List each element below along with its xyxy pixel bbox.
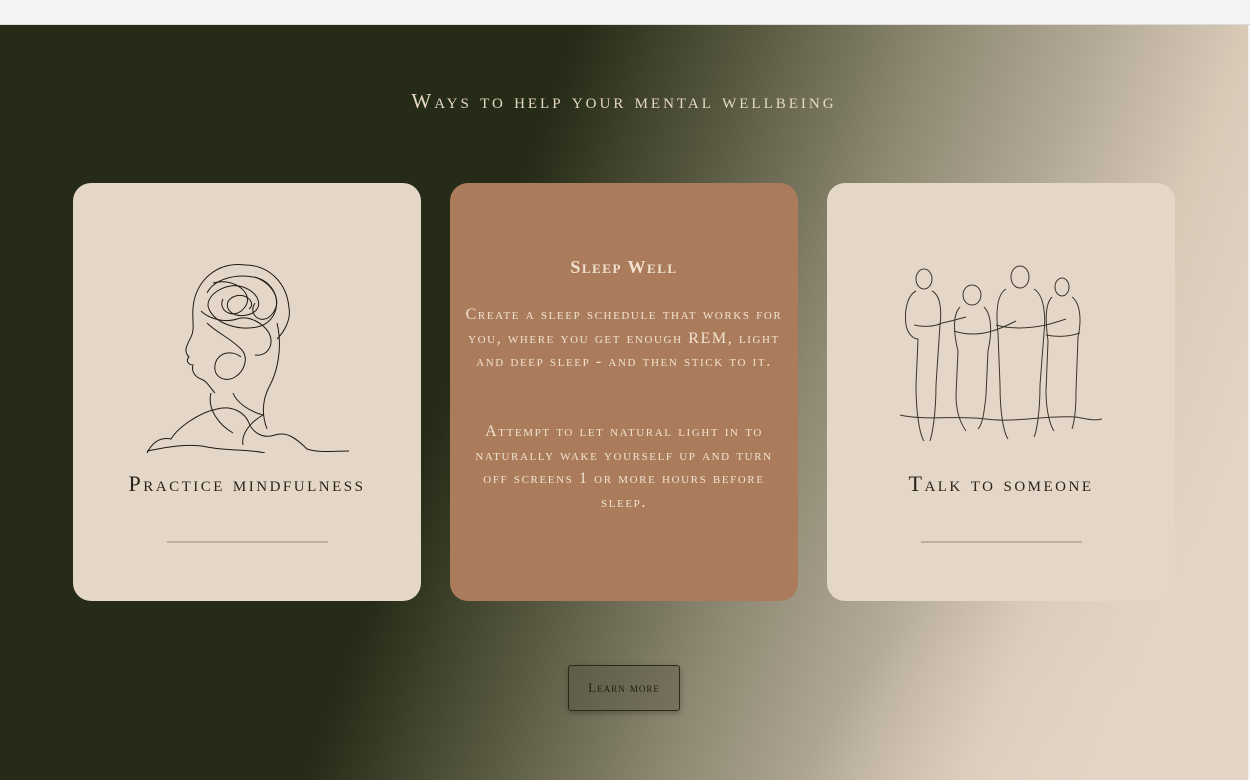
- card-paragraph: Create a sleep schedule that works for y…: [465, 306, 783, 370]
- card-divider: [921, 541, 1082, 543]
- group-of-people-line-drawing-icon: [899, 265, 1103, 442]
- card-title: Sleep Well: [570, 257, 678, 277]
- learn-more-button[interactable]: Learn more: [568, 665, 680, 711]
- card-paragraph: Attempt to let natural light in to natur…: [475, 423, 773, 511]
- section-heading: Ways to help your mental wellbeing: [411, 89, 837, 113]
- card-title: Talk to someone: [908, 471, 1094, 496]
- card-divider: [167, 541, 328, 543]
- browser-top-bar: [0, 0, 1250, 25]
- card-title: Practice mindfulness: [128, 471, 366, 496]
- head-line-drawing-icon: [146, 264, 350, 453]
- wellbeing-section: Ways to help your mental wellbeing Pract…: [0, 25, 1248, 780]
- card-talk-to-someone[interactable]: Talk to someone: [827, 183, 1175, 601]
- card-practice-mindfulness[interactable]: Practice mindfulness: [73, 183, 421, 601]
- card-sleep-well[interactable]: Sleep Well Create a sleep schedule that …: [450, 183, 798, 601]
